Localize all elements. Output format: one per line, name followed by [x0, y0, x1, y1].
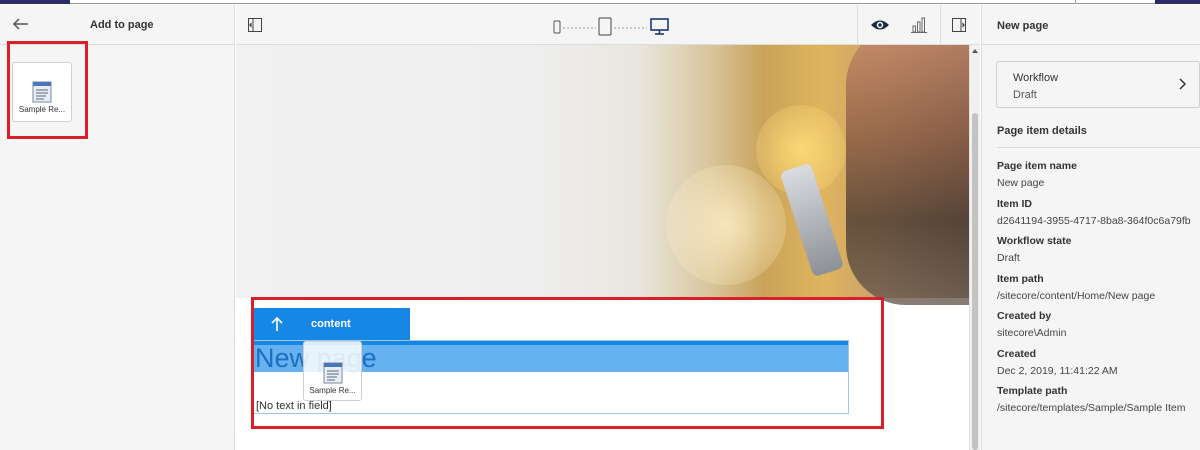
toggle-left-panel-icon — [248, 18, 262, 32]
left-panel-header: Add to page — [0, 5, 234, 45]
detail-row: Page item name New page — [997, 159, 1197, 197]
toggle-right-panel-button[interactable] — [952, 18, 966, 35]
hero-person — [846, 45, 969, 305]
right-panel-title: New page — [997, 20, 1049, 32]
arrow-left-icon — [12, 18, 28, 30]
detail-row: Template path /sitecore/templates/Sample… — [997, 384, 1197, 422]
right-panel-header: New page — [982, 5, 1200, 45]
detail-row: Created by sitecore\Admin — [997, 309, 1197, 347]
dragged-component[interactable]: Sample Re... — [303, 341, 362, 401]
detail-value: /sitecore/templates/Sample/Sample Item — [997, 402, 1186, 414]
document-icon — [323, 362, 342, 384]
device-switcher-graphic — [553, 17, 669, 36]
view-tools — [857, 5, 980, 45]
detail-label: Workflow state — [997, 235, 1072, 247]
left-panel: Add to page Sample Re... — [0, 5, 235, 450]
detail-value: New page — [997, 177, 1045, 189]
section-title: Page item details — [997, 125, 1087, 137]
placeholder-name: content — [311, 318, 351, 330]
detail-row: Item path /sitecore/content/Home/New pag… — [997, 272, 1197, 310]
page-item-details: Page item name New page Item ID d2641194… — [997, 159, 1197, 422]
detail-label: Template path — [997, 385, 1068, 397]
document-icon — [32, 81, 52, 103]
detail-value: Dec 2, 2019, 11:41:22 AM — [997, 364, 1118, 377]
toggle-right-panel-icon — [952, 18, 966, 32]
detail-row: Created Dec 2, 2019, 11:41:22 AM — [997, 347, 1197, 385]
preview-button[interactable] — [870, 18, 890, 35]
back-button[interactable] — [10, 13, 32, 35]
empty-text-field[interactable]: [No text in field] — [256, 400, 332, 412]
detail-row: Workflow state Draft — [997, 234, 1197, 272]
detail-value: /sitecore/content/Home/New page — [997, 289, 1156, 302]
component-tile-label: Sample Re... — [18, 105, 66, 114]
detail-label: Item path — [997, 272, 1044, 285]
hero-image[interactable] — [236, 45, 969, 305]
eye-icon — [871, 20, 889, 30]
dragged-component-label: Sample Re... — [309, 386, 356, 395]
left-panel-title: Add to page — [90, 19, 154, 31]
workflow-card[interactable]: Workflow Draft — [996, 61, 1200, 108]
top-strip-segment — [1155, 0, 1200, 4]
bar-chart-icon — [911, 17, 927, 33]
detail-row: Item ID d2641194-3955-4717-8ba8-364f0c6a… — [997, 197, 1197, 235]
scroll-up-arrow-icon[interactable] — [972, 49, 978, 53]
device-switcher — [551, 16, 681, 36]
hero-bokeh — [666, 165, 786, 285]
detail-value: d2641194-3955-4717-8ba8-364f0c6a79fb — [997, 214, 1191, 227]
scrollbar-thumb[interactable] — [972, 113, 978, 450]
detail-label: Created — [997, 347, 1037, 360]
detail-label: Created by — [997, 310, 1052, 322]
analytics-button[interactable] — [911, 17, 927, 36]
top-strip-tick — [1075, 0, 1076, 4]
toggle-left-panel-button[interactable] — [248, 18, 262, 35]
detail-label: Page item name — [997, 160, 1077, 172]
top-strip-line — [70, 3, 1155, 4]
tablet-icon[interactable] — [598, 17, 612, 36]
detail-value: sitecore\Admin — [997, 327, 1067, 339]
toolbar-divider — [940, 5, 941, 45]
mobile-icon[interactable] — [553, 20, 561, 34]
placeholder-tab-content[interactable]: content — [254, 308, 410, 340]
desktop-icon[interactable] — [650, 18, 669, 35]
right-panel: New page Workflow Draft Page item detail… — [981, 5, 1200, 450]
top-strip-segment — [0, 0, 70, 4]
page-canvas: content New page [No text in field] Samp… — [236, 45, 969, 450]
section-divider — [997, 147, 1200, 148]
workflow-state: Draft — [1013, 89, 1037, 101]
workflow-title: Workflow — [1013, 72, 1059, 84]
detail-label: Item ID — [997, 197, 1033, 210]
component-tile-sample-rendering[interactable]: Sample Re... — [12, 62, 72, 122]
detail-value: Draft — [997, 252, 1020, 264]
chevron-right-icon — [1179, 78, 1187, 90]
arrow-up-icon — [271, 316, 283, 331]
canvas-scrollbar[interactable] — [969, 45, 980, 450]
